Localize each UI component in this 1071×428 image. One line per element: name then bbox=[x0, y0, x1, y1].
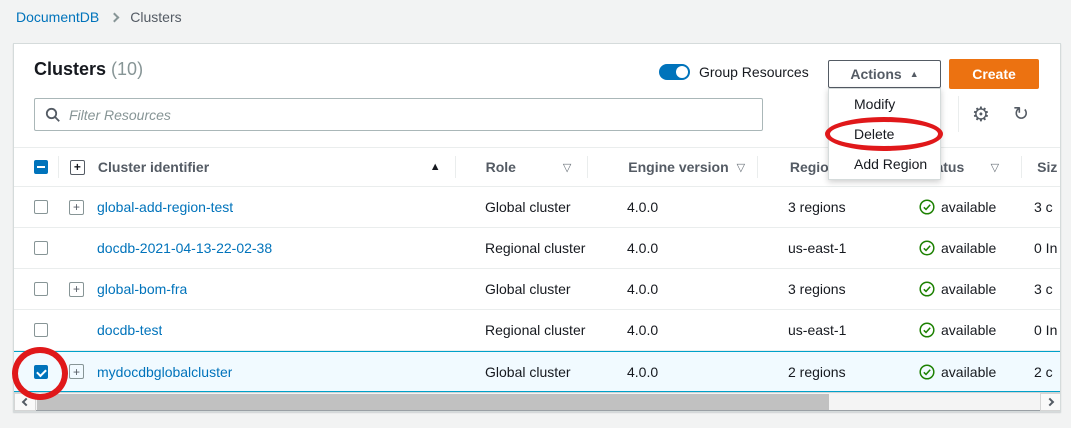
status-cell: available bbox=[905, 352, 1019, 391]
documentdb-clusters-page: DocumentDB Clusters Clusters (10) Group … bbox=[0, 0, 1071, 428]
status-text: available bbox=[941, 322, 996, 338]
status-cell: available bbox=[905, 187, 1019, 227]
table-row-selected: + mydocdbglobalcluster Global cluster 4.… bbox=[14, 351, 1061, 392]
row-checkbox[interactable] bbox=[34, 282, 48, 296]
cluster-identifier-link[interactable]: mydocdbglobalcluster bbox=[97, 364, 232, 380]
available-check-icon bbox=[919, 322, 935, 338]
row-checkbox[interactable] bbox=[34, 241, 48, 255]
chevron-right-icon bbox=[1046, 398, 1054, 406]
menu-item-delete[interactable]: Delete bbox=[829, 119, 940, 149]
column-engine-version[interactable]: Engine version ▽ bbox=[588, 148, 757, 186]
cluster-count: (10) bbox=[111, 59, 143, 79]
role-cell: Regional cluster bbox=[455, 310, 587, 350]
engine-cell: 4.0.0 bbox=[587, 269, 756, 309]
group-resources-toggle[interactable] bbox=[659, 64, 690, 80]
table-row: docdb-2021-04-13-22-02-38 Regional clust… bbox=[14, 228, 1061, 269]
expand-row-icon[interactable]: + bbox=[69, 200, 84, 215]
cluster-identifier-link[interactable]: global-add-region-test bbox=[97, 199, 233, 215]
status-text: available bbox=[941, 199, 996, 215]
engine-cell: 4.0.0 bbox=[587, 310, 756, 350]
available-check-icon bbox=[919, 240, 935, 256]
filter-icon[interactable]: ▽ bbox=[737, 161, 745, 174]
region-cell: 3 regions bbox=[756, 187, 905, 227]
toggle-knob bbox=[676, 66, 688, 78]
row-checkbox-checked[interactable] bbox=[34, 365, 48, 379]
settings-gear-icon[interactable]: ⚙ bbox=[967, 100, 995, 128]
region-cell: 3 regions bbox=[756, 269, 905, 309]
status-text: available bbox=[941, 240, 996, 256]
status-cell: available bbox=[905, 310, 1019, 350]
region-cell: 2 regions bbox=[756, 352, 905, 391]
horizontal-scrollbar[interactable] bbox=[14, 392, 1061, 411]
filter-icon[interactable]: ▽ bbox=[563, 161, 571, 174]
expand-all-icon[interactable]: + bbox=[70, 160, 85, 175]
available-check-icon bbox=[919, 199, 935, 215]
cluster-identifier-link[interactable]: docdb-test bbox=[97, 322, 162, 338]
filter-resources-box bbox=[34, 98, 763, 131]
chevron-right-icon bbox=[110, 13, 120, 23]
engine-cell: 4.0.0 bbox=[587, 187, 756, 227]
table-body: + global-add-region-test Global cluster … bbox=[14, 187, 1061, 392]
size-cell: 3 c bbox=[1019, 187, 1059, 227]
row-checkbox[interactable] bbox=[34, 323, 48, 337]
group-resources-label: Group Resources bbox=[699, 64, 809, 80]
search-icon bbox=[45, 107, 61, 123]
row-checkbox[interactable] bbox=[34, 200, 48, 214]
role-cell: Global cluster bbox=[455, 187, 587, 227]
size-cell: 2 c bbox=[1019, 352, 1059, 391]
chevron-left-icon bbox=[22, 398, 30, 406]
chevron-up-icon: ▲ bbox=[910, 69, 919, 79]
engine-cell: 4.0.0 bbox=[587, 352, 756, 391]
select-all-checkbox[interactable] bbox=[34, 160, 48, 174]
breadcrumb-current: Clusters bbox=[130, 9, 181, 25]
actions-dropdown-menu: Modify Delete Add Region bbox=[828, 88, 941, 180]
create-button[interactable]: Create bbox=[949, 59, 1039, 89]
refresh-icon[interactable]: ↻ bbox=[1007, 100, 1035, 128]
filter-resources-input[interactable] bbox=[69, 107, 752, 123]
cluster-identifier-link[interactable]: global-bom-fra bbox=[97, 281, 187, 297]
breadcrumb: DocumentDB Clusters bbox=[16, 9, 182, 25]
available-check-icon bbox=[919, 281, 935, 297]
column-role[interactable]: Role ▽ bbox=[456, 148, 588, 186]
menu-item-add-region[interactable]: Add Region bbox=[829, 149, 940, 179]
status-text: available bbox=[941, 281, 996, 297]
region-cell: us-east-1 bbox=[756, 228, 905, 268]
size-cell: 0 In bbox=[1019, 228, 1059, 268]
size-cell: 0 In bbox=[1019, 310, 1059, 350]
size-cell: 3 c bbox=[1019, 269, 1059, 309]
status-cell: available bbox=[905, 269, 1019, 309]
scrollbar-thumb[interactable] bbox=[37, 394, 829, 410]
role-cell: Global cluster bbox=[455, 269, 587, 309]
expand-row-icon[interactable]: + bbox=[69, 282, 84, 297]
page-title: Clusters (10) bbox=[34, 59, 143, 80]
scroll-left-button[interactable] bbox=[14, 393, 36, 411]
sort-ascending-icon[interactable]: ▲ bbox=[430, 161, 441, 173]
clusters-panel: Clusters (10) Group Resources Actions ▲ … bbox=[13, 43, 1061, 412]
status-cell: available bbox=[905, 228, 1019, 268]
cluster-identifier-link[interactable]: docdb-2021-04-13-22-02-38 bbox=[97, 240, 272, 256]
role-cell: Regional cluster bbox=[455, 228, 587, 268]
available-check-icon bbox=[919, 364, 935, 380]
table-row: + global-bom-fra Global cluster 4.0.0 3 … bbox=[14, 269, 1061, 310]
breadcrumb-documentdb-link[interactable]: DocumentDB bbox=[16, 9, 99, 25]
actions-button[interactable]: Actions ▲ bbox=[828, 60, 941, 88]
status-text: available bbox=[941, 364, 996, 380]
column-cluster-identifier[interactable]: + Cluster identifier ▲ bbox=[59, 148, 455, 186]
table-row: + global-add-region-test Global cluster … bbox=[14, 187, 1061, 228]
region-cell: us-east-1 bbox=[756, 310, 905, 350]
table-row: docdb-test Regional cluster 4.0.0 us-eas… bbox=[14, 310, 1061, 351]
scroll-right-button[interactable] bbox=[1040, 393, 1061, 411]
menu-item-modify[interactable]: Modify bbox=[829, 89, 940, 119]
engine-cell: 4.0.0 bbox=[587, 228, 756, 268]
divider bbox=[958, 96, 959, 132]
role-cell: Global cluster bbox=[455, 352, 587, 391]
filter-icon[interactable]: ▽ bbox=[991, 161, 999, 174]
column-size[interactable]: Siz bbox=[1022, 148, 1061, 186]
expand-row-icon[interactable]: + bbox=[69, 364, 84, 379]
